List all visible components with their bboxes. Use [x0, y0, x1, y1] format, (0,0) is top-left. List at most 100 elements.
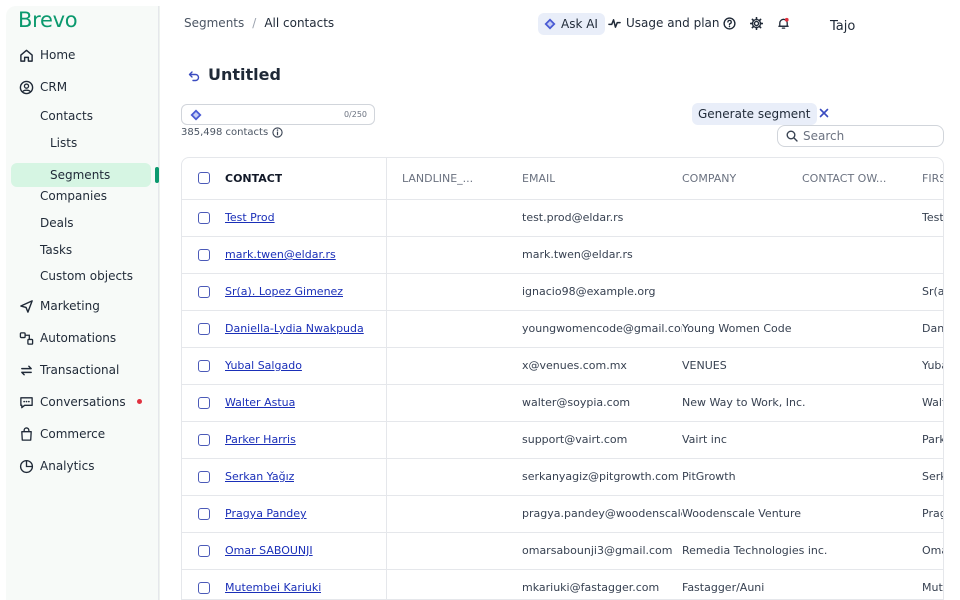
sidebar-sub-tasks[interactable]: Tasks	[40, 238, 150, 262]
sidebar: Brevo Home CRM Contacts Lists Segments C…	[6, 6, 159, 600]
contact-email: support@vairt.com	[522, 433, 628, 446]
table-row[interactable]: Parker Harris support@vairt.com Vairt in…	[182, 422, 943, 459]
table-row[interactable]: Walter Astua walter@soypia.com New Way t…	[182, 385, 943, 422]
ask-ai-button[interactable]: Ask AI	[538, 13, 605, 35]
row-checkbox[interactable]	[198, 397, 210, 409]
sidebar-sub-label: Deals	[40, 216, 74, 230]
row-checkbox[interactable]	[198, 286, 210, 298]
crm-icon	[18, 79, 34, 95]
column-header-contact[interactable]: CONTACT	[225, 172, 282, 185]
sidebar-sub-label: Tasks	[40, 243, 73, 257]
table-row[interactable]: Test Prod test.prod@eldar.rs Test	[182, 200, 944, 237]
contact-name-link[interactable]: Omar SABOUNJI	[225, 544, 313, 557]
row-checkbox[interactable]	[198, 582, 210, 594]
generate-segment-button[interactable]: Generate segment	[692, 103, 817, 125]
column-divider	[386, 158, 387, 599]
row-checkbox[interactable]	[198, 212, 210, 224]
contact-company: VENUES	[682, 359, 727, 372]
contact-firstname: Sr(a	[922, 285, 944, 298]
table-row[interactable]: Serkan Yağız serkanyagiz@pitgrowth.com P…	[182, 459, 943, 496]
row-checkbox[interactable]	[198, 249, 210, 261]
character-counter: 0/250	[343, 110, 367, 119]
row-checkbox[interactable]	[198, 323, 210, 335]
sidebar-sub-label: Segments	[50, 168, 111, 182]
close-icon[interactable]	[817, 106, 831, 120]
row-checkbox[interactable]	[198, 434, 210, 446]
row-checkbox[interactable]	[198, 360, 210, 372]
contact-name-link[interactable]: Parker Harris	[225, 433, 296, 446]
sidebar-item-marketing[interactable]: Marketing	[6, 293, 159, 319]
contact-name-link[interactable]: Serkan Yağız	[225, 470, 294, 483]
segment-description-input[interactable]: 0/250	[181, 104, 375, 125]
info-icon[interactable]	[272, 127, 283, 138]
column-header-contact-owner[interactable]: CONTACT OW...	[802, 172, 890, 185]
table-row[interactable]: Daniella-Lydia Nwakpuda youngwomencode@g…	[182, 311, 943, 348]
sidebar-sub-companies[interactable]: Companies	[40, 184, 150, 208]
sidebar-item-commerce[interactable]: Commerce	[6, 421, 159, 447]
table-row[interactable]: Pragya Pandey pragya.pandey@woodenscale.…	[182, 496, 943, 533]
account-name[interactable]: Tajo	[830, 19, 855, 34]
contact-firstname: Mute	[922, 581, 943, 594]
select-all-checkbox[interactable]	[198, 172, 210, 184]
contact-name-link[interactable]: Pragya Pandey	[225, 507, 307, 520]
sidebar-item-home[interactable]: Home	[6, 42, 159, 68]
contact-email: mark.twen@eldar.rs	[522, 248, 633, 261]
sidebar-sub-label: Companies	[40, 189, 107, 203]
ai-diamond-icon	[544, 18, 556, 30]
help-icon[interactable]	[722, 16, 736, 30]
table-row[interactable]: Sr(a). Lopez Gimenez ignacio98@example.o…	[182, 274, 944, 311]
table-row[interactable]: Omar SABOUNJI omarsabounji3@gmail.com Re…	[182, 533, 943, 570]
sidebar-item-crm[interactable]: CRM	[6, 74, 159, 100]
contact-email: serkanyagiz@pitgrowth.com	[522, 470, 679, 483]
gear-icon[interactable]	[749, 16, 763, 30]
ask-ai-label: Ask AI	[561, 17, 598, 31]
column-header-company[interactable]: COMPANY	[682, 172, 736, 185]
search-input[interactable]	[803, 129, 933, 143]
brevo-logo[interactable]: Brevo	[18, 8, 78, 32]
contact-name-link[interactable]: Sr(a). Lopez Gimenez	[225, 285, 343, 298]
contact-name-link[interactable]: Yubal Salgado	[225, 359, 302, 372]
usage-and-plan-button[interactable]: Usage and plan	[608, 16, 720, 30]
back-arrow-icon[interactable]	[188, 70, 202, 84]
page-title[interactable]: Untitled	[208, 65, 281, 84]
sidebar-item-transactional[interactable]: Transactional	[6, 357, 159, 383]
sidebar-item-label: Automations	[40, 331, 117, 345]
contact-firstname: Test	[922, 211, 944, 224]
contact-name-link[interactable]: Test Prod	[225, 211, 275, 224]
sidebar-sub-custom-objects[interactable]: Custom objects	[40, 264, 150, 288]
contact-email: walter@soypia.com	[522, 396, 631, 409]
search-field[interactable]	[777, 125, 944, 147]
sidebar-item-conversations[interactable]: Conversations	[6, 389, 159, 415]
column-header-email[interactable]: EMAIL	[522, 172, 555, 185]
sidebar-item-automations[interactable]: Automations	[6, 325, 159, 351]
breadcrumb-segments[interactable]: Segments	[184, 16, 244, 30]
table-row[interactable]: Yubal Salgado x@venues.com.mx VENUES Yub…	[182, 348, 943, 385]
sidebar-sub-deals[interactable]: Deals	[40, 211, 150, 235]
contact-company: Remedia Technologies inc.	[682, 544, 828, 557]
table-row[interactable]: mark.twen@eldar.rs mark.twen@eldar.rs	[182, 237, 943, 274]
contact-company: Vairt inc	[682, 433, 727, 446]
pulse-icon	[608, 18, 621, 28]
sidebar-sub-lists[interactable]: Lists	[50, 131, 150, 155]
column-header-landline[interactable]: LANDLINE_...	[402, 172, 482, 185]
row-checkbox[interactable]	[198, 545, 210, 557]
table-row[interactable]: Mutembei Kariuki mkariuki@fastagger.com …	[182, 570, 943, 599]
contact-name-link[interactable]: Walter Astua	[225, 396, 295, 409]
contact-company: Woodenscale Venture	[682, 507, 801, 520]
contact-name-link[interactable]: Mutembei Kariuki	[225, 581, 321, 594]
bell-icon[interactable]	[776, 16, 790, 30]
column-header-firstname[interactable]: FIRS	[922, 172, 943, 185]
contacts-count-label: 385,498 contacts	[181, 127, 269, 138]
contact-firstname: Serk	[922, 470, 943, 483]
contact-name-link[interactable]: mark.twen@eldar.rs	[225, 248, 336, 261]
sidebar-item-analytics[interactable]: Analytics	[6, 453, 159, 479]
sidebar-item-label: Analytics	[40, 459, 95, 473]
ai-diamond-icon	[190, 109, 202, 121]
sidebar-sub-contacts[interactable]: Contacts	[40, 104, 150, 128]
contact-email: mkariuki@fastagger.com	[522, 581, 660, 594]
contact-name-link[interactable]: Daniella-Lydia Nwakpuda	[225, 322, 364, 335]
transactional-icon	[18, 362, 34, 378]
row-checkbox[interactable]	[198, 471, 210, 483]
row-checkbox[interactable]	[198, 508, 210, 520]
sidebar-item-label: Conversations	[40, 395, 126, 409]
